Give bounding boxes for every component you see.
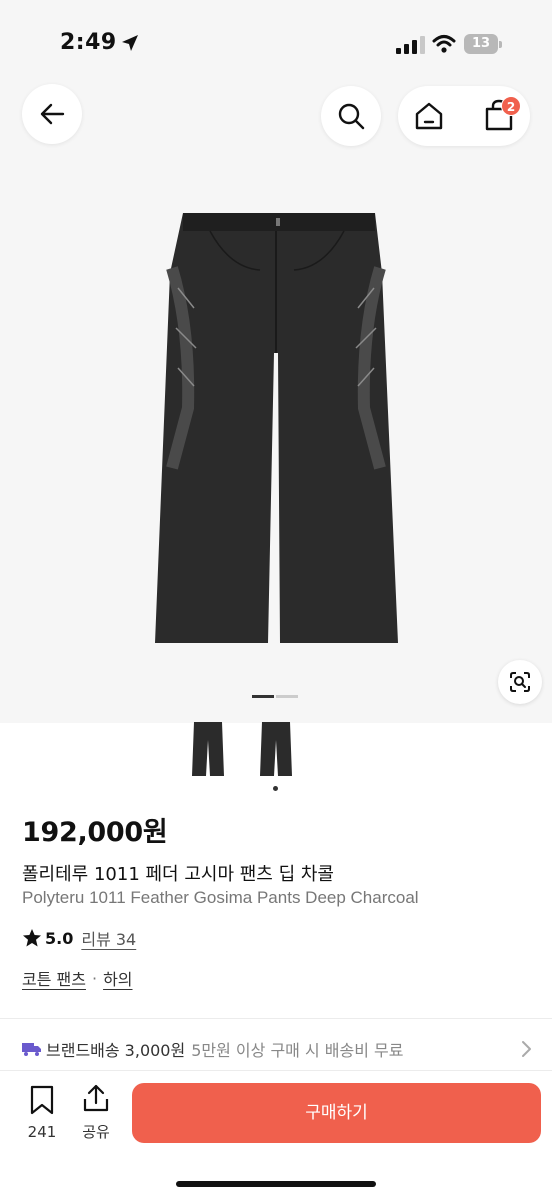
- category-separator: ·: [91, 968, 98, 988]
- category-breadcrumb: 코튼 팬츠 · 하의: [22, 966, 133, 990]
- rating-row: 5.0 리뷰 34: [22, 926, 136, 950]
- like-button[interactable]: 241: [22, 1085, 62, 1147]
- battery-level: 13: [464, 34, 498, 54]
- star-icon: [23, 929, 41, 947]
- back-button[interactable]: [22, 84, 82, 144]
- category-link[interactable]: 코튼 팬츠: [22, 966, 86, 990]
- battery-icon: 13: [464, 34, 502, 54]
- status-bar: 2:49 13: [0, 0, 552, 80]
- shipping-fee: 브랜드배송 3,000원: [46, 1041, 186, 1060]
- cellular-signal-icon: [396, 36, 425, 54]
- truck-icon: [22, 1043, 41, 1056]
- gallery-pager-active: [252, 695, 274, 698]
- buy-button[interactable]: 구매하기: [132, 1083, 541, 1143]
- like-count: 241: [27, 1123, 57, 1141]
- search-button[interactable]: [321, 86, 381, 146]
- lens-icon: [510, 672, 530, 692]
- thumbnail-selected-dot: [273, 786, 278, 791]
- home-icon[interactable]: [414, 101, 444, 131]
- product-name-korean: 폴리테루 1011 페더 고시마 팬츠 딥 차콜: [22, 864, 334, 885]
- location-arrow-icon: [122, 35, 138, 51]
- header-actions: 2: [398, 86, 530, 146]
- thumbnail-1[interactable]: [188, 720, 228, 778]
- share-icon: [83, 1084, 109, 1112]
- product-name-english: Polyteru 1011 Feather Gosima Pants Deep …: [22, 888, 419, 907]
- arrow-left-icon: [40, 103, 65, 125]
- section-divider: [0, 1018, 552, 1019]
- status-time: 2:49: [60, 30, 117, 55]
- visual-search-button[interactable]: [498, 660, 542, 704]
- share-button[interactable]: 공유: [74, 1083, 118, 1147]
- category-parent-link[interactable]: 하의: [103, 966, 132, 990]
- product-image-pants[interactable]: [150, 208, 405, 653]
- home-indicator: [176, 1181, 376, 1187]
- share-label: 공유: [82, 1123, 110, 1141]
- bottom-action-bar: 241 공유 구매하기: [0, 1070, 552, 1200]
- review-link[interactable]: 리뷰 34: [81, 926, 136, 950]
- product-price: 192,000원: [22, 817, 168, 848]
- battery-tip: [499, 41, 502, 48]
- cart-count-badge: 2: [501, 96, 521, 116]
- search-icon: [338, 103, 365, 130]
- thumbnail-2[interactable]: [256, 720, 296, 778]
- chevron-right-icon: [522, 1041, 531, 1057]
- shipping-row[interactable]: 브랜드배송 3,000원 5만원 이상 구매 시 배송비 무료: [22, 1036, 534, 1062]
- wifi-icon: [432, 35, 456, 53]
- rating-score: 5.0: [45, 928, 74, 948]
- bookmark-icon: [30, 1085, 54, 1115]
- gallery-pager-inactive: [276, 695, 298, 698]
- free-shipping-note: 5만원 이상 구매 시 배송비 무료: [191, 1041, 404, 1060]
